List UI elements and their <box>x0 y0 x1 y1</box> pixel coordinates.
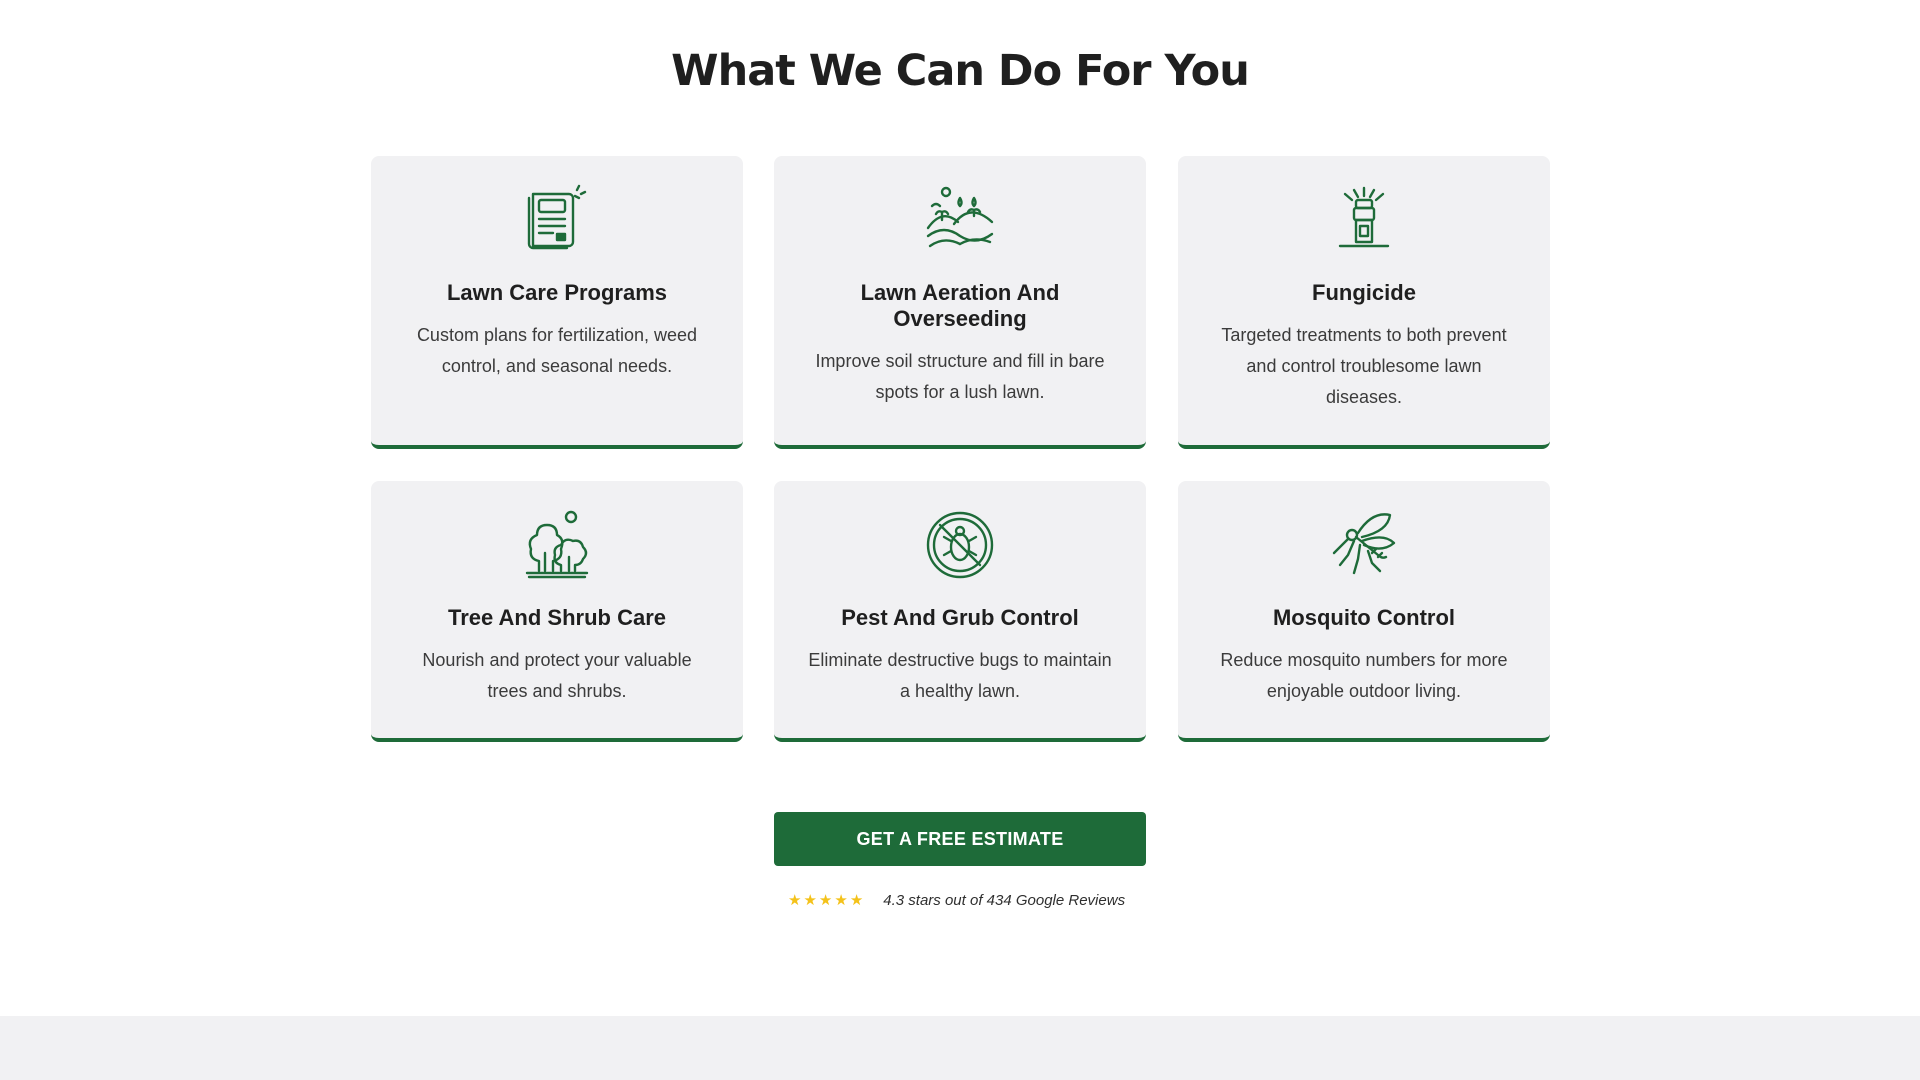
mosquito-icon <box>1328 509 1400 581</box>
service-card-fungicide[interactable]: Fungicide Targeted treatments to both pr… <box>1178 156 1550 449</box>
service-description: Eliminate destructive bugs to maintain a… <box>808 650 1112 701</box>
service-title: Pest And Grub Control <box>841 605 1079 630</box>
service-description: Improve soil structure and fill in bare … <box>815 351 1105 402</box>
reviews-rating: ★ ★ ★ ★ ★ 4.3 stars out of 434 Google Re… <box>788 889 1125 911</box>
rating-text: 4.3 stars out of 434 Google Reviews <box>883 891 1126 909</box>
service-title: Lawn Aeration And Overseeding <box>860 280 1060 331</box>
service-title: Fungicide <box>1312 280 1416 305</box>
service-description: Reduce mosquito numbers for more enjoyab… <box>1220 650 1508 701</box>
service-description: Targeted treatments to both prevent and … <box>1221 325 1507 407</box>
service-description: Nourish and protect your valuable trees … <box>422 650 692 701</box>
service-card-mosquito-control[interactable]: Mosquito Control Reduce mosquito numbers… <box>1178 481 1550 742</box>
service-title: Lawn Care Programs <box>446 280 668 305</box>
section-title: What We Can Do For You <box>671 46 1250 96</box>
star-icon: ★ <box>803 890 817 909</box>
service-title: Tree And Shrub Care <box>447 605 666 630</box>
no-bugs-icon <box>924 509 996 581</box>
sprinkler-icon <box>1328 184 1400 256</box>
service-card-pest-grub-control[interactable]: Pest And Grub Control Eliminate destruct… <box>774 481 1146 742</box>
rating-stars: ★ ★ ★ ★ ★ <box>788 890 864 909</box>
service-card-tree-shrub-care[interactable]: Tree And Shrub Care Nourish and protect … <box>371 481 743 742</box>
get-free-estimate-button[interactable]: GET A FREE ESTIMATE <box>774 812 1146 866</box>
next-section-band <box>0 1016 1920 1080</box>
seedling-hills-icon <box>924 184 996 256</box>
star-icon: ★ <box>818 890 833 909</box>
service-description: Custom plans for fertilization, weed con… <box>416 325 698 376</box>
star-icon: ★ <box>834 890 848 909</box>
star-icon: ★ <box>788 890 802 909</box>
service-card-lawn-aeration[interactable]: Lawn Aeration And Overseeding Improve so… <box>774 156 1146 449</box>
star-icon: ★ <box>849 890 864 909</box>
trees-shrubs-icon <box>521 509 593 581</box>
services-section: What We Can Do For You Lawn Care Program… <box>0 0 1920 1080</box>
service-card-lawn-care-programs[interactable]: Lawn Care Programs Custom plans for fert… <box>371 156 743 449</box>
clipboard-plan-icon <box>521 184 593 256</box>
service-title: Mosquito Control <box>1272 605 1456 630</box>
